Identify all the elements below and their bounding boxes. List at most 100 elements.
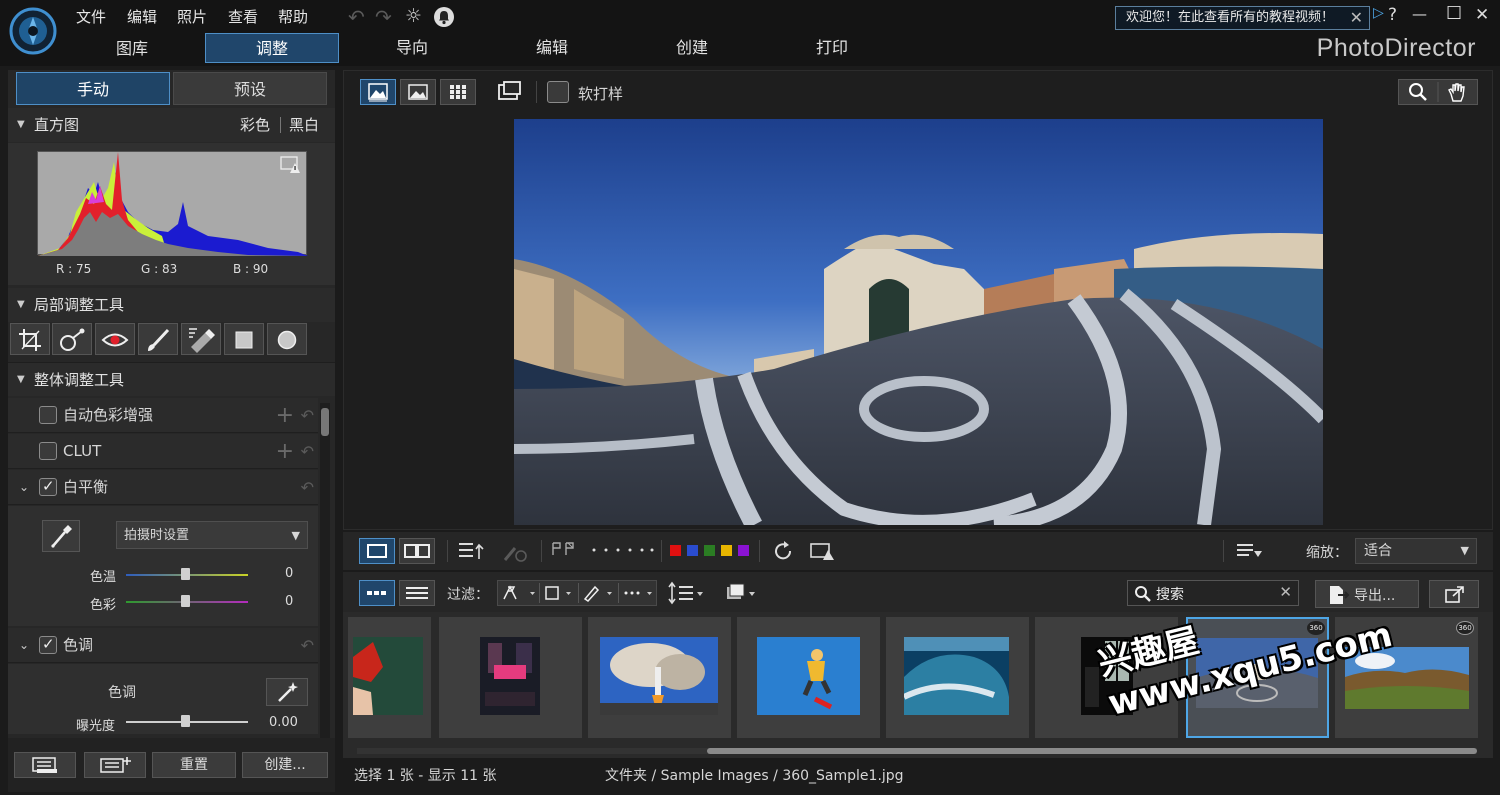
tint-slider-thumb[interactable]: [181, 595, 190, 607]
redo-icon[interactable]: ↷: [375, 5, 392, 29]
tab-create[interactable]: 创建: [625, 33, 759, 63]
softproof-checkbox[interactable]: [547, 81, 569, 103]
list-mode-button[interactable]: [399, 580, 435, 606]
maximize-button[interactable]: ☐: [1446, 3, 1462, 24]
thumbnail-skateboarder[interactable]: [737, 617, 880, 738]
white-balance-row[interactable]: ⌄ 白平衡 ↶: [8, 469, 318, 505]
histogram-color-toggle[interactable]: 彩色: [240, 108, 270, 142]
radial-filter-tool-button[interactable]: [267, 323, 307, 355]
collapse-triangle-icon[interactable]: ▼: [17, 108, 25, 142]
copy-settings-button[interactable]: [14, 752, 76, 778]
tab-adjust[interactable]: 调整: [205, 33, 339, 63]
global-tools-section-header[interactable]: ▼ 整体调整工具: [8, 362, 335, 396]
compare-mode-button[interactable]: [399, 538, 435, 564]
single-photo-mode-button[interactable]: [359, 538, 395, 564]
temperature-slider-thumb[interactable]: [181, 568, 190, 580]
menu-edit[interactable]: 编辑: [127, 6, 157, 27]
menu-photo[interactable]: 照片: [177, 6, 207, 27]
view-grid-button[interactable]: [440, 79, 476, 105]
color-label-green[interactable]: [704, 545, 715, 556]
rating-sort-button[interactable]: [456, 539, 488, 563]
reset-undo-icon[interactable]: ↶: [301, 628, 314, 663]
filter-label-dropdown[interactable]: [542, 583, 576, 603]
auto-color-row[interactable]: 自动色彩增强 + ↶: [8, 398, 318, 433]
menu-view[interactable]: 查看: [228, 6, 258, 27]
color-label-purple[interactable]: [738, 545, 749, 556]
tab-guided[interactable]: 导向: [345, 33, 479, 63]
tab-library[interactable]: 图库: [65, 33, 199, 63]
histogram-bw-toggle[interactable]: 黑白: [289, 108, 319, 142]
thumbnail-ocean-wave[interactable]: [886, 617, 1029, 738]
color-label-yellow[interactable]: [721, 545, 732, 556]
display-options-button[interactable]: [1235, 540, 1265, 562]
tab-preset[interactable]: 预设: [173, 72, 327, 105]
graduated-filter-tool-button[interactable]: [224, 323, 264, 355]
add-icon[interactable]: +: [276, 398, 294, 433]
sort-button[interactable]: [667, 581, 707, 605]
filter-flag-dropdown[interactable]: [500, 583, 538, 603]
white-balance-mode-dropdown[interactable]: 拍摄时设置 ▼: [116, 521, 308, 549]
reset-undo-icon[interactable]: ↶: [301, 434, 314, 469]
reset-undo-icon[interactable]: ↶: [301, 398, 314, 433]
create-preset-button[interactable]: 创建...: [242, 752, 328, 778]
collapse-triangle-icon[interactable]: ▼: [17, 363, 25, 397]
undo-icon[interactable]: ↶: [348, 5, 365, 29]
tab-edit[interactable]: 编辑: [485, 33, 619, 63]
paste-settings-button[interactable]: [84, 752, 146, 778]
auto-tone-button[interactable]: [266, 678, 308, 706]
help-button[interactable]: ?: [1388, 5, 1397, 25]
view-photo-button[interactable]: [400, 79, 436, 105]
brush-tool-button[interactable]: [138, 323, 178, 355]
flag-icons[interactable]: [551, 541, 577, 559]
color-label-red[interactable]: [670, 545, 681, 556]
menu-help[interactable]: 帮助: [278, 6, 308, 27]
tone-row[interactable]: ⌄ 色调 ↶: [8, 627, 318, 663]
local-tools-section-header[interactable]: ▼ 局部调整工具: [8, 288, 335, 322]
filter-edited-dropdown[interactable]: [581, 583, 617, 603]
reset-button[interactable]: 重置: [152, 752, 236, 778]
gradient-mask-tool-button[interactable]: [181, 323, 221, 355]
edit-history-button[interactable]: [501, 540, 529, 564]
histogram-section-header[interactable]: ▼ 直方图 彩色 黑白: [8, 108, 335, 142]
view-single-button[interactable]: [360, 79, 396, 105]
search-input[interactable]: 搜索: [1156, 584, 1184, 604]
rotate-button[interactable]: [771, 539, 795, 563]
scrollbar-thumb[interactable]: [707, 748, 1477, 754]
thumbnail-leaf[interactable]: [348, 617, 431, 738]
welcome-text[interactable]: 欢迎您！在此查看所有的教程视频！: [1126, 10, 1334, 25]
crop-tool-button[interactable]: [10, 323, 50, 355]
clut-row[interactable]: CLUT + ↶: [8, 434, 318, 469]
color-label-blue[interactable]: [687, 545, 698, 556]
welcome-banner[interactable]: 欢迎您！在此查看所有的教程视频！ ✕: [1115, 6, 1370, 30]
tab-manual[interactable]: 手动: [16, 72, 170, 105]
tab-print[interactable]: 打印: [765, 33, 899, 63]
left-panel-scrollbar[interactable]: [320, 403, 330, 795]
scrollbar-thumb[interactable]: [321, 408, 329, 436]
close-icon[interactable]: ✕: [1350, 7, 1363, 29]
chevron-down-icon[interactable]: ⌄: [19, 470, 29, 505]
stack-button[interactable]: [724, 581, 760, 605]
thumbnail-rocket-launch[interactable]: [588, 617, 731, 738]
white-balance-checkbox[interactable]: [39, 469, 57, 504]
settings-gear-icon[interactable]: ☼: [405, 5, 422, 27]
filter-more-dropdown[interactable]: [621, 583, 657, 603]
auto-color-checkbox[interactable]: [39, 406, 57, 424]
eyedropper-button[interactable]: [42, 520, 80, 552]
notification-bell-icon[interactable]: [434, 7, 454, 27]
chevron-down-icon[interactable]: ⌄: [19, 628, 29, 663]
star-rating-dots[interactable]: [591, 546, 655, 554]
filmstrip-mode-button[interactable]: [359, 580, 395, 606]
red-eye-tool-button[interactable]: [95, 323, 135, 355]
menu-file[interactable]: 文件: [76, 6, 106, 27]
reset-undo-icon[interactable]: ↶: [301, 470, 314, 505]
filmstrip-scrollbar[interactable]: [357, 748, 1477, 754]
compare-view-button[interactable]: [492, 79, 526, 105]
tone-checkbox[interactable]: [39, 627, 57, 662]
close-window-button[interactable]: ✕: [1475, 5, 1489, 25]
minimize-button[interactable]: —: [1412, 5, 1427, 23]
clipping-warning-icon[interactable]: [280, 156, 302, 174]
thumbnail-neon-street[interactable]: [439, 617, 582, 738]
main-photo-360-panorama[interactable]: [514, 119, 1323, 525]
exposure-slider-thumb[interactable]: [181, 715, 190, 727]
clut-checkbox[interactable]: [39, 442, 57, 460]
